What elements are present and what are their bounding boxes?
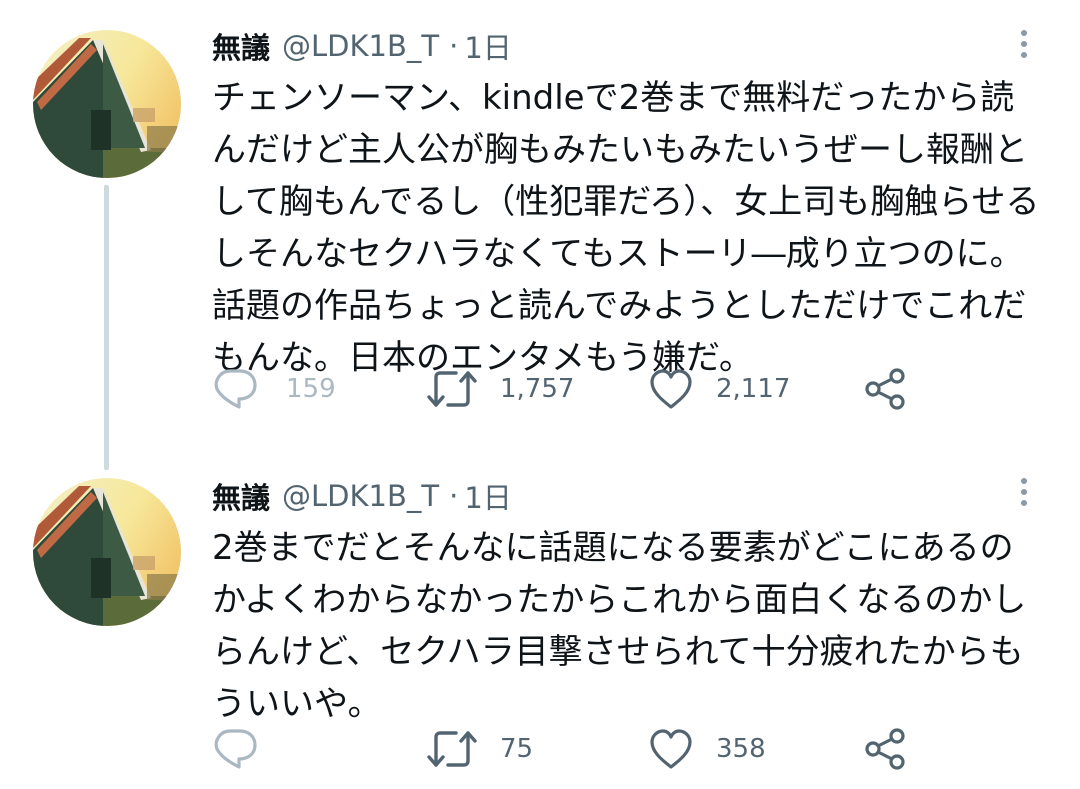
reply-count: 159 (286, 374, 336, 404)
share-button[interactable] (862, 364, 908, 414)
reply-icon (212, 367, 258, 411)
tweet-header: 無議 @LDK1B_T · 1日 (212, 26, 512, 66)
retweet-count: 1,757 (500, 374, 575, 404)
user-handle[interactable]: @LDK1B_T (282, 479, 439, 513)
display-name[interactable]: 無議 (212, 25, 270, 67)
more-icon[interactable] (1014, 472, 1034, 512)
heart-icon (648, 367, 694, 411)
avatar[interactable] (33, 30, 181, 178)
reply-button[interactable] (212, 724, 286, 774)
like-count: 2,117 (716, 374, 791, 404)
timestamp[interactable]: 1日 (464, 25, 511, 67)
avatar[interactable] (33, 478, 181, 626)
reply-button[interactable]: 159 (212, 364, 336, 414)
separator-dot: · (449, 29, 459, 63)
reply-icon (212, 727, 258, 771)
like-count: 358 (716, 734, 766, 764)
like-button[interactable]: 358 (648, 724, 766, 774)
retweet-button[interactable]: 75 (426, 724, 533, 774)
separator-dot: · (449, 479, 459, 513)
retweet-count: 75 (500, 734, 534, 764)
share-icon (862, 367, 908, 411)
retweet-button[interactable]: 1,757 (426, 364, 574, 414)
tweet-actions: 75 358 (212, 724, 1032, 774)
display-name[interactable]: 無議 (212, 475, 270, 517)
retweet-icon (426, 727, 478, 771)
like-button[interactable]: 2,117 (648, 364, 790, 414)
share-icon (862, 727, 908, 771)
user-handle[interactable]: @LDK1B_T (282, 29, 439, 63)
tweet-actions: 159 1,757 2,117 (212, 364, 1032, 414)
tweet-text: チェンソーマン、kindleで2巻まで無料だったから読んだけど主人公が胸もみたい… (212, 78, 1040, 378)
timestamp[interactable]: 1日 (464, 475, 511, 517)
tweet-text: 2巻までだとそんなに話題になる要素がどこにあるのかよくわからなかったからこれから… (212, 528, 1027, 724)
heart-icon (648, 727, 694, 771)
share-button[interactable] (862, 724, 908, 774)
retweet-icon (426, 367, 478, 411)
more-icon[interactable] (1014, 24, 1034, 64)
tweet[interactable]: 無議 @LDK1B_T · 1日 チェンソーマン、kindleで2巻まで無料だっ… (0, 0, 1080, 440)
tweet-thread: 無議 @LDK1B_T · 1日 チェンソーマン、kindleで2巻まで無料だっ… (0, 0, 1080, 789)
tweet[interactable]: 無議 @LDK1B_T · 1日 2巻までだとそんなに話題になる要素がどこにある… (0, 460, 1080, 789)
tweet-header: 無議 @LDK1B_T · 1日 (212, 476, 512, 516)
